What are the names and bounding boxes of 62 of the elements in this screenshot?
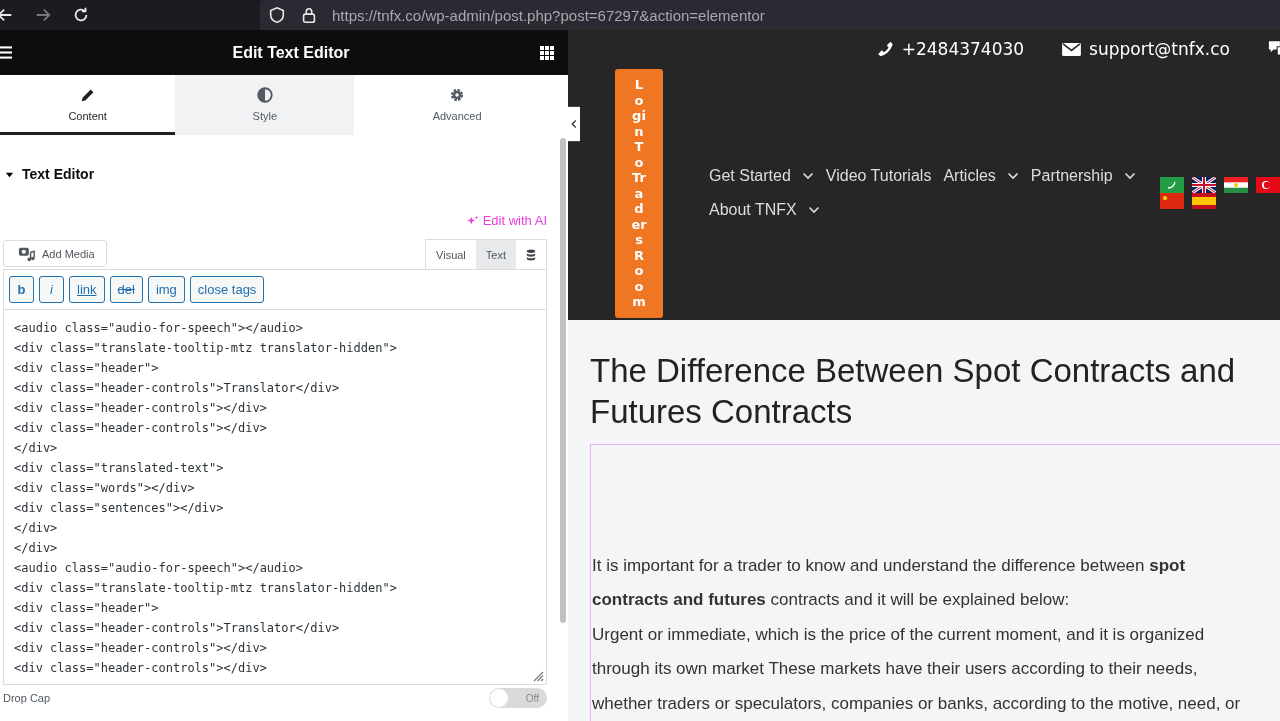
address-bar[interactable]: https://tnfx.co/wp-admin/post.php?post=67297&action=elementor [260, 0, 1280, 30]
quicktag-button[interactable]: i [39, 276, 64, 303]
code-line: <div class="translate-tooltip-mtz translator-hidden"> [14, 340, 398, 357]
panel-tab[interactable]: Style [175, 75, 355, 135]
chevron-down-icon [1006, 172, 1019, 180]
edit-with-ai-link[interactable]: Edit with AI [466, 213, 547, 228]
collapse-panel-icon[interactable] [568, 104, 580, 144]
section-title[interactable]: Text Editor [22, 166, 95, 182]
nav-link[interactable]: Partnership [1030, 164, 1136, 188]
chevron-down-icon [1123, 172, 1136, 180]
database-icon[interactable] [526, 248, 536, 261]
code-line: <div class="translate-tooltip-mtz translator-hidden"> [14, 580, 398, 597]
reload-icon[interactable] [72, 6, 90, 24]
article-paragraph: Urgent or immediate, which is the price of the current moment, and it is organized through its own market These markets have their users according to their needs, whether traders or speculators, companies or banks, according to the motive, need, or [591, 623, 1242, 715]
code-line: <audio class="audio-for-speech"></audio> [14, 320, 304, 337]
code-line: <div class="header-controls"></div> [14, 640, 268, 657]
code-line: <div class="header"> [14, 360, 160, 377]
quicktag-button[interactable]: close tags [189, 276, 265, 303]
code-line: <audio class="audio-for-speech"></audio> [14, 560, 304, 577]
article-paragraph: It is important for a trader to know and understand the difference between spot contracts and futures contracts and it will be explained below: [591, 554, 1187, 611]
code-line: <div class="header-controls"></div> [14, 400, 268, 417]
chevron-down-icon [801, 172, 814, 180]
quicktag-button[interactable]: link [69, 276, 105, 303]
code-line: <div class="header-controls"></div> [14, 660, 268, 677]
contrast-icon [255, 85, 274, 104]
url-text: https://tnfx.co/wp-admin/post.php?post=67297&action=elementor [332, 6, 765, 24]
menu-icon[interactable] [0, 46, 12, 59]
code-line: </div> [14, 540, 59, 557]
code-line: <div class="translated-text"> [14, 460, 225, 477]
code-line: <div class="sentences"></div> [14, 500, 225, 517]
shield-icon [268, 6, 286, 24]
article-heading: The Difference Between Spot Contracts and Futures Contracts [590, 350, 1237, 432]
grid-icon[interactable] [540, 45, 554, 60]
drop-cap-label: Drop Cap [3, 692, 51, 704]
lock-icon [300, 6, 318, 24]
code-line: <div class="words"></div> [14, 480, 196, 497]
code-line: <div class="header-controls">Translator</div> [14, 380, 341, 397]
code-line: <div class="header-controls">Translator</div> [14, 620, 341, 637]
envelope-icon [1062, 41, 1082, 57]
quicktag-button[interactable]: del [109, 276, 143, 303]
code-line: <div class="header-controls"></div> [14, 420, 268, 437]
scrollbar[interactable] [560, 138, 566, 623]
forward-icon[interactable] [34, 6, 52, 24]
add-media-button[interactable]: Add Media [3, 240, 107, 267]
resize-handle-icon[interactable] [532, 670, 544, 682]
flag-icon[interactable] [1192, 177, 1216, 193]
nav-link[interactable]: Get Started [709, 164, 814, 188]
chevron-down-icon [807, 206, 820, 214]
nav-link[interactable]: About TNFX [709, 198, 820, 222]
quicktag-button[interactable]: img [147, 276, 185, 303]
nav-link[interactable]: Video Tutorials [825, 164, 932, 188]
code-line: </div> [14, 520, 59, 537]
code-line: </div> [14, 440, 59, 457]
quicktag-button[interactable]: b [9, 276, 34, 303]
panel-title: Edit Text Editor [232, 43, 350, 62]
nav-link[interactable]: Articles [943, 164, 1019, 188]
email-address: support@tnfx.co [1089, 39, 1230, 59]
code-line: <div class="header"> [14, 600, 160, 617]
phone-number: +2484374030 [901, 39, 1025, 59]
editor-mode-tab[interactable]: Text [475, 240, 516, 269]
back-icon[interactable] [0, 6, 14, 24]
sparkle-icon [466, 214, 479, 227]
